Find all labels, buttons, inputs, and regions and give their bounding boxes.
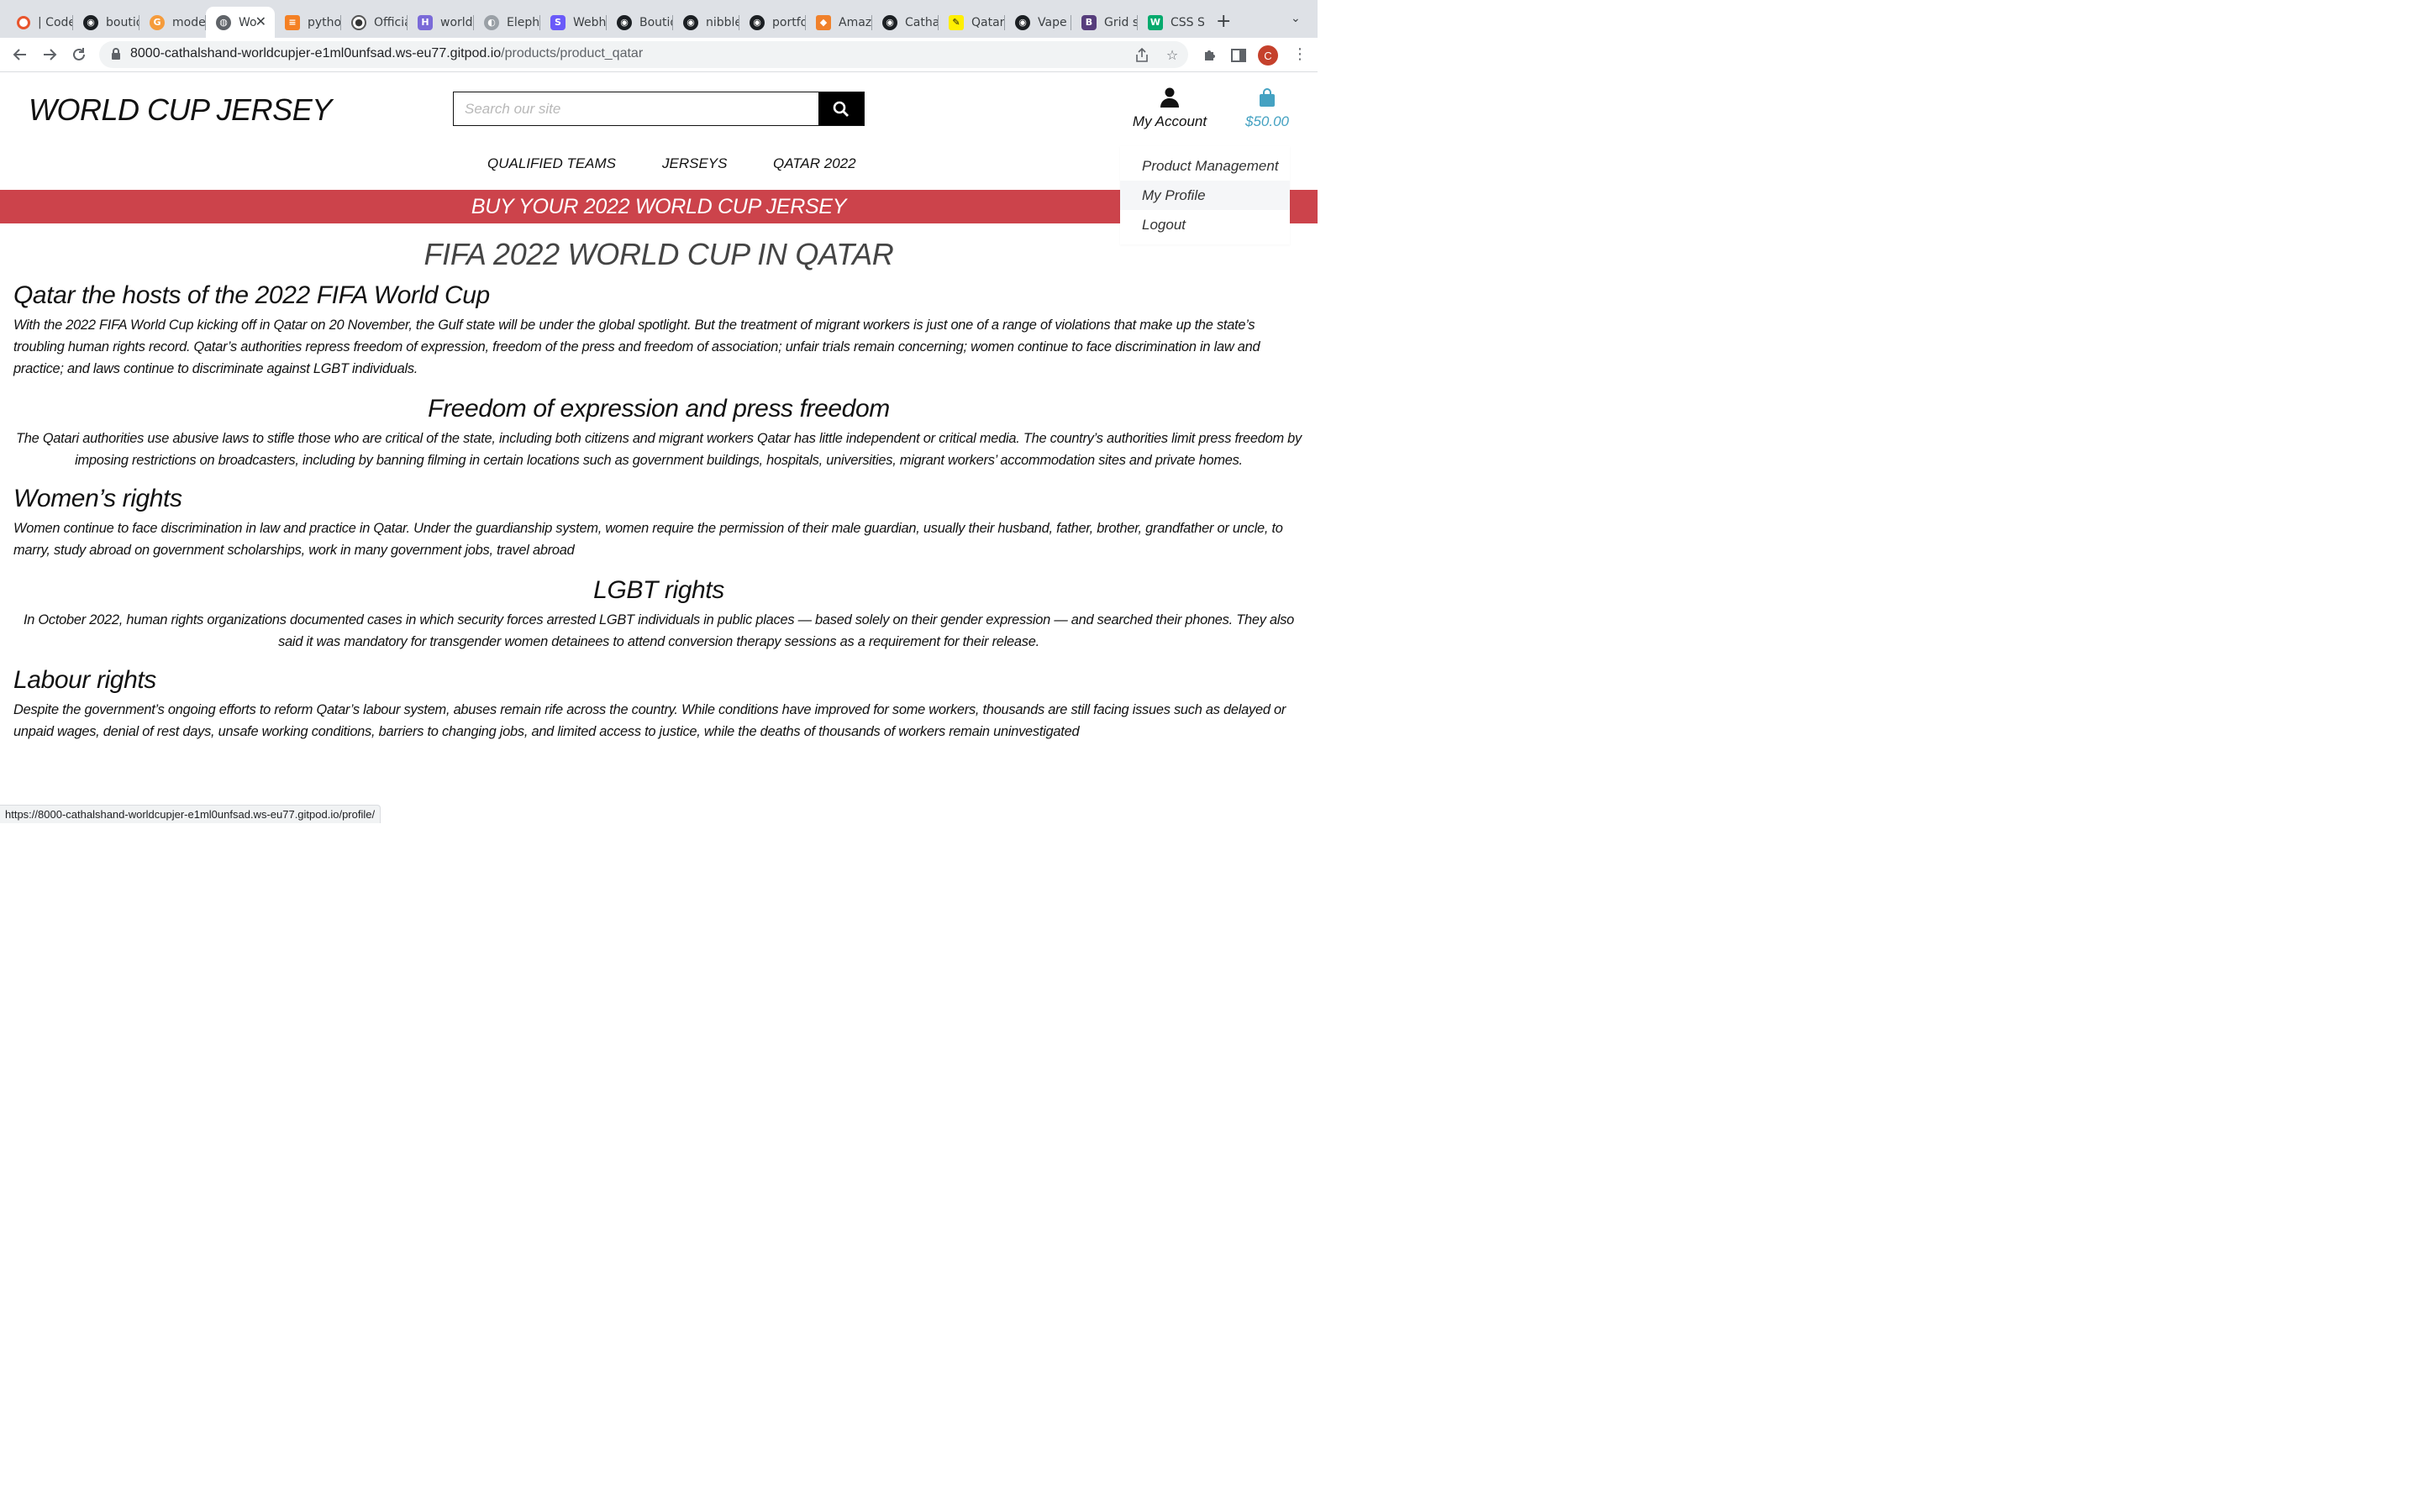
- menu-item-product-management[interactable]: Product Management: [1120, 151, 1290, 181]
- github-icon: ◉: [683, 14, 698, 30]
- github-icon: ◉: [1015, 14, 1030, 30]
- extensions-puzzle-icon[interactable]: [1201, 46, 1219, 65]
- shopping-bag-icon: [1260, 88, 1275, 107]
- section-heading-labour-rights: Labour rights: [13, 666, 156, 694]
- bookmark-star-icon[interactable]: ☆: [1164, 46, 1181, 63]
- browser-tab[interactable]: ◉ Boutique: [607, 7, 673, 38]
- github-icon: ◉: [617, 14, 632, 30]
- url-text[interactable]: 8000-cathalshand-worldcupjer-e1ml0unfsad…: [130, 46, 643, 61]
- section-heading-lgbt-rights: LGBT rights: [593, 576, 724, 604]
- profile-avatar[interactable]: C: [1258, 45, 1278, 66]
- g-icon: G: [150, 14, 165, 30]
- new-tab-icon[interactable]: +: [1216, 11, 1231, 32]
- site-brand-logo[interactable]: WORLD CUP JERSEY: [29, 92, 332, 128]
- more-menu-icon[interactable]: ⋮: [1292, 46, 1307, 63]
- browser-tab[interactable]: B Grid s: [1071, 7, 1138, 38]
- section-heading-womens-rights: Women’s rights: [13, 485, 182, 512]
- address-bar[interactable]: 8000-cathalshand-worldcupjer-e1ml0unfsad…: [99, 41, 1188, 68]
- browser-tab[interactable]: ◐ Elephant: [474, 7, 540, 38]
- browser-tab[interactable]: ◉ boutique: [73, 7, 139, 38]
- user-icon: [1160, 87, 1179, 108]
- browser-tab[interactable]: ✎ Qatar: [939, 7, 1005, 38]
- section-body-hosts: With the 2022 FIFA World Cup kicking off…: [13, 318, 1260, 376]
- browser-tab-active[interactable]: ◍ Wo ✕: [206, 7, 275, 38]
- browser-tab[interactable]: H world: [408, 7, 474, 38]
- browser-tab[interactable]: ◉ portfolio: [739, 7, 806, 38]
- browser-tab[interactable]: ● Official: [341, 7, 408, 38]
- section-body-freedom: The Qatari authorities use abusive laws …: [16, 431, 1302, 468]
- page-title: FIFA 2022 WORLD CUP IN QATAR: [424, 237, 894, 271]
- tab-search-chevron-icon[interactable]: ⌄: [1291, 12, 1301, 25]
- browser-tab-strip: | Code ◉ boutique G model ◍ Wo ✕ ≡ pytho…: [0, 0, 1318, 38]
- section-body-labour-rights: Despite the government’s ongoing efforts…: [13, 702, 1286, 739]
- browser-tab[interactable]: ◉ nibble: [673, 7, 739, 38]
- globe-icon: ◍: [216, 14, 231, 30]
- url-path: /products/product_qatar: [501, 46, 644, 60]
- status-bar-url: https://8000-cathalshand-worldcupjer-e1m…: [0, 805, 381, 823]
- close-tab-icon[interactable]: ✕: [255, 13, 266, 29]
- browser-tab[interactable]: | Code: [7, 7, 73, 38]
- site-search-form: [453, 92, 865, 126]
- my-account-label: My Account: [1132, 113, 1207, 129]
- github-icon: ◉: [882, 14, 897, 30]
- account-dropdown-menu: Product Management My Profile Logout: [1120, 146, 1290, 244]
- url-host: 8000-cathalshand-worldcupjer-e1ml0unfsad…: [130, 46, 502, 60]
- search-input[interactable]: [454, 92, 818, 125]
- section-heading-hosts: Qatar the hosts of the 2022 FIFA World C…: [13, 281, 490, 309]
- web-page: WORLD CUP JERSEY My Account $50.00 QUALI…: [0, 72, 1318, 823]
- browser-tab[interactable]: ◉ Vape: [1005, 7, 1071, 38]
- section-body-womens-rights: Women continue to face discrimination in…: [13, 521, 1283, 558]
- nav-qatar-2022[interactable]: QATAR 2022: [773, 155, 856, 172]
- back-arrow-icon[interactable]: [8, 43, 32, 66]
- menu-item-my-profile[interactable]: My Profile: [1120, 181, 1290, 210]
- elephant-icon: ◐: [484, 14, 499, 30]
- browser-toolbar: 8000-cathalshand-worldcupjer-e1ml0unfsad…: [0, 38, 1318, 72]
- bag-total: $50.00: [1245, 113, 1289, 129]
- browser-tab[interactable]: G model: [139, 7, 206, 38]
- browser-tab[interactable]: ≡ python: [275, 7, 341, 38]
- nav-jerseys[interactable]: JERSEYS: [662, 155, 727, 172]
- nav-qualified-teams[interactable]: QUALIFIED TEAMS: [487, 155, 616, 172]
- main-content: FIFA 2022 WORLD CUP IN QATAR Qatar the h…: [13, 232, 1304, 753]
- share-icon[interactable]: [1134, 46, 1150, 63]
- promo-banner-text: BUY YOUR 2022 WORLD CUP JERSEY: [471, 195, 847, 218]
- my-account-link[interactable]: My Account: [1131, 87, 1208, 130]
- w3-icon: W: [1148, 14, 1163, 30]
- bootstrap-icon: B: [1081, 14, 1097, 30]
- stack-overflow-icon: ≡: [285, 14, 300, 30]
- forward-arrow-icon[interactable]: [38, 43, 61, 66]
- search-icon: [833, 101, 849, 117]
- browser-tab[interactable]: S Webhook: [540, 7, 607, 38]
- github-icon: ◉: [83, 14, 98, 30]
- github-icon: ◉: [750, 14, 765, 30]
- search-button[interactable]: [818, 92, 864, 125]
- reload-icon[interactable]: [67, 43, 91, 66]
- section-body-lgbt-rights: In October 2022, human rights organizati…: [23, 612, 1295, 649]
- browser-tab[interactable]: ◉ Cathal: [872, 7, 939, 38]
- browser-tab[interactable]: W CSS S: [1138, 7, 1204, 38]
- football-icon: ●: [351, 14, 366, 30]
- lock-icon[interactable]: [111, 48, 121, 64]
- shopping-bag-link[interactable]: $50.00: [1240, 87, 1294, 130]
- browser-tab[interactable]: ◆ Amazon: [806, 7, 872, 38]
- h-icon: H: [418, 14, 433, 30]
- section-heading-freedom: Freedom of expression and press freedom: [428, 395, 890, 423]
- side-panel-icon[interactable]: [1229, 46, 1248, 65]
- box-icon: ◆: [816, 14, 831, 30]
- ring-icon: [17, 15, 30, 29]
- s-icon: S: [550, 14, 566, 30]
- amnesty-icon: ✎: [949, 14, 964, 30]
